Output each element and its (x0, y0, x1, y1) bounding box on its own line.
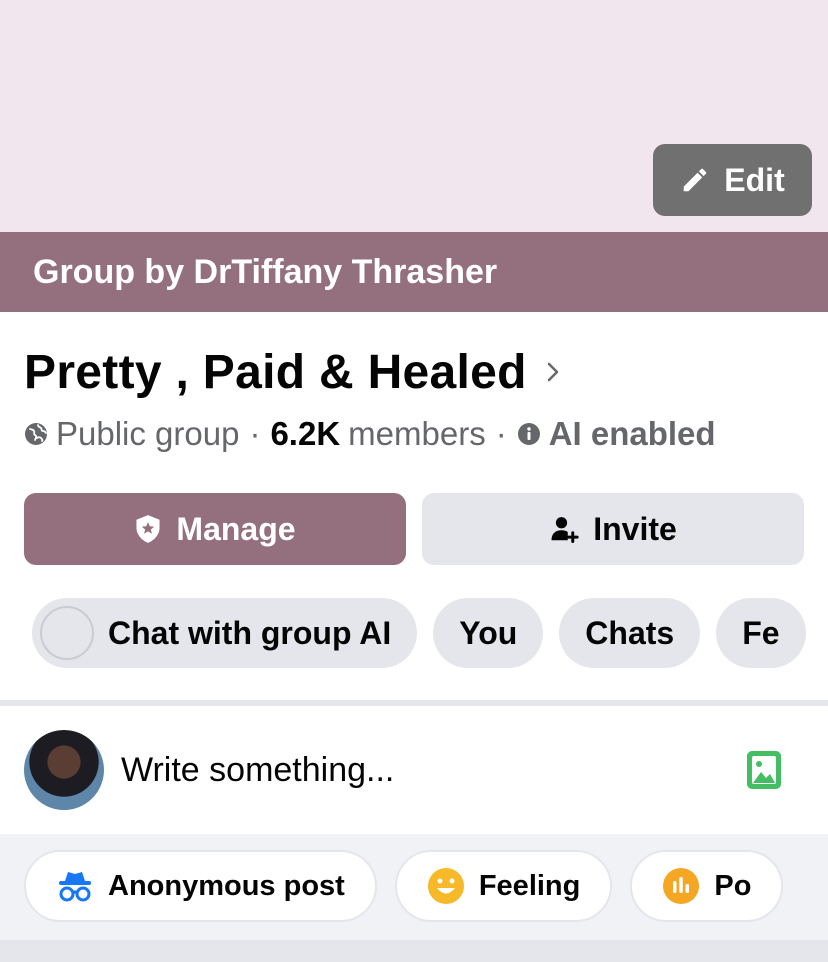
globe-icon (25, 423, 47, 445)
chevron-right-icon (547, 362, 559, 382)
poll-icon (663, 868, 700, 904)
action-label: Feeling (478, 869, 581, 902)
shield-star-icon (136, 515, 160, 543)
manage-label: Manage (176, 510, 296, 547)
group-title-row[interactable]: Pretty , Paid & Healed (24, 342, 561, 402)
user-avatar[interactable] (24, 730, 104, 810)
edit-label: Edit (724, 161, 785, 198)
feed-separator (0, 940, 828, 962)
photo-icon[interactable] (746, 750, 782, 790)
manage-button[interactable]: Manage (24, 493, 406, 565)
add-person-icon (551, 517, 579, 543)
group-tabs: Chat with group AI You Chats Fe (32, 598, 828, 668)
invite-button[interactable]: Invite (422, 493, 804, 565)
smiley-icon (427, 868, 464, 904)
group-meta: Public group · 6.2K members · AI enabled (24, 412, 716, 456)
action-label: Anonymous post (108, 869, 345, 902)
invite-label: Invite (593, 510, 677, 547)
poll-button[interactable]: Po (630, 850, 784, 922)
edit-cover-button[interactable]: Edit (653, 144, 812, 216)
member-count[interactable]: 6.2K (270, 415, 340, 453)
write-something-input[interactable]: Write something... (121, 748, 394, 792)
group-by-bar: Group by DrTiffany Thrasher (0, 232, 828, 312)
group-title[interactable]: Pretty , Paid & Healed (24, 345, 527, 400)
group-by-text: Group by DrTiffany Thrasher (33, 252, 498, 291)
ai-avatar-icon (40, 606, 94, 660)
ai-status[interactable]: AI enabled (549, 415, 716, 453)
chip-featured[interactable]: Fe (716, 598, 806, 668)
anonymous-post-button[interactable]: Anonymous post (24, 850, 377, 922)
incognito-icon (59, 872, 91, 902)
chip-chat-with-group-ai[interactable]: Chat with group AI (32, 598, 418, 668)
privacy-text: Public group (56, 415, 240, 452)
separator: · (495, 415, 507, 452)
separator: · (249, 415, 261, 452)
chip-chats[interactable]: Chats (559, 598, 701, 668)
chip-you[interactable]: You (433, 598, 544, 668)
chip-label: Fe (742, 614, 780, 651)
info-icon (517, 423, 540, 445)
members-label: members (348, 415, 486, 452)
action-label: Po (714, 869, 752, 902)
post-actions: Anonymous post Feeling Po (24, 850, 828, 922)
chip-label: You (459, 614, 518, 651)
feeling-button[interactable]: Feeling (394, 850, 613, 922)
chip-label: Chats (585, 614, 675, 651)
chip-label: Chat with group AI (108, 614, 392, 651)
pencil-icon (684, 168, 707, 192)
